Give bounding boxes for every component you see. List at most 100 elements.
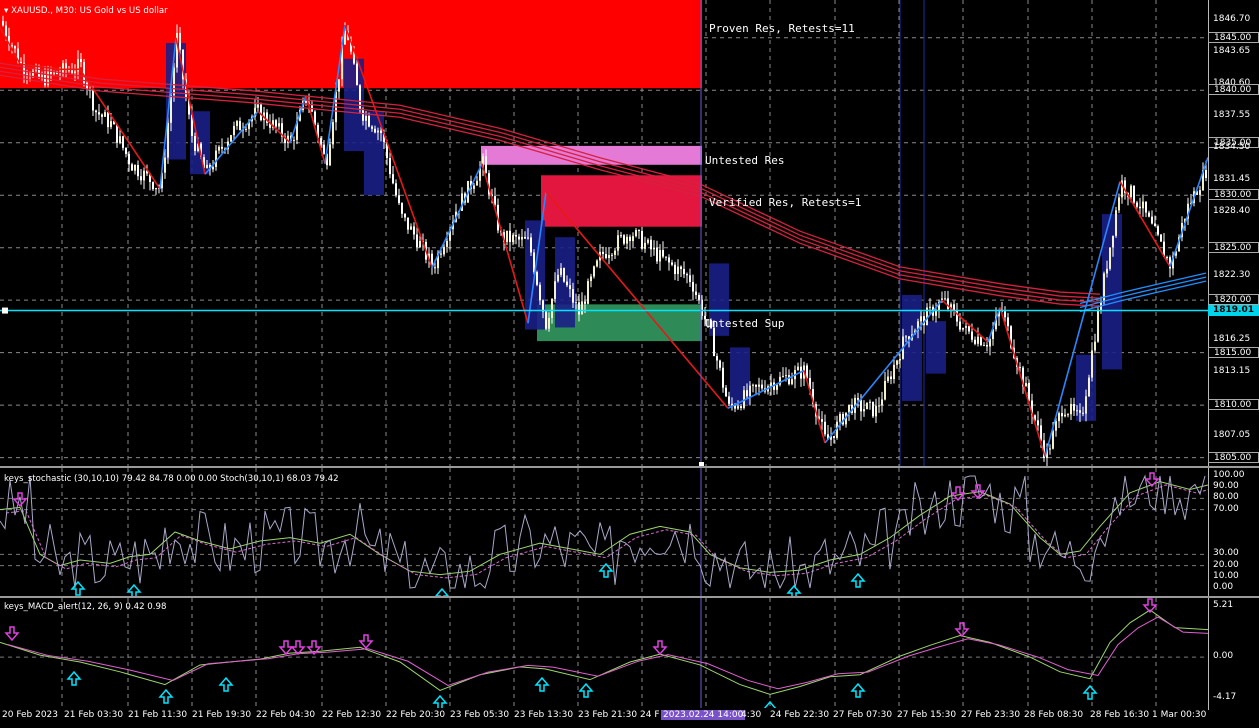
price-chart-canvas[interactable] (0, 0, 1208, 466)
candle-body (395, 183, 397, 196)
price-tick-label: 1807.05 (1213, 430, 1251, 441)
price-tick-label: 1813.15 (1213, 366, 1251, 377)
candle-body (1082, 412, 1084, 414)
price-tick-label: 1825.00 (1208, 241, 1259, 253)
candle-body (644, 242, 646, 249)
candle-body (125, 147, 127, 154)
price-tick-label: 1819.01 (1208, 304, 1259, 316)
candle-body (134, 165, 136, 171)
candle-body (1115, 210, 1117, 236)
candle-body (257, 104, 259, 108)
candle-body (857, 397, 859, 400)
candle-body (680, 266, 682, 269)
candle-body (560, 268, 562, 275)
verified-resistance-zone (541, 175, 702, 227)
zigzag-segment (803, 370, 826, 444)
candle-body (1073, 403, 1075, 411)
stochastic-buy-arrow-icon (70, 580, 86, 596)
time-tick-label: 21 Feb 19:30 (192, 710, 252, 720)
candle-body (686, 274, 688, 276)
candle-body (608, 255, 610, 258)
moving-average-line (1079, 276, 1207, 309)
price-tick-label: 1820.00 (1208, 294, 1259, 306)
candle-body (1085, 396, 1087, 414)
candle-body (68, 70, 70, 72)
candle-body (713, 327, 715, 357)
candle-body (170, 95, 172, 123)
zigzag-segment (1169, 157, 1208, 267)
macd-sell-arrow-icon (652, 640, 668, 656)
candle-body (569, 285, 571, 290)
moving-average-line (1079, 272, 1207, 305)
candle-body (5, 25, 7, 37)
chart-menu-icon[interactable]: ▾ (4, 6, 8, 16)
candle-body (869, 401, 871, 403)
candle-body (539, 284, 541, 301)
candle-body (215, 150, 217, 167)
candle-body (656, 247, 658, 262)
candle-body (473, 185, 475, 189)
candle-body (218, 146, 220, 151)
candle-body (590, 276, 592, 282)
stochastic-tick-label: 100.00 (1213, 470, 1245, 480)
time-tick-label: 22 Feb 12:30 (322, 710, 382, 720)
chart-title-text: XAUUSD., M30: US Gold vs US dollar (11, 6, 168, 16)
stochastic-signal-line (5, 484, 1208, 579)
candle-body (536, 272, 538, 285)
candle-body (179, 32, 181, 50)
candle-body (410, 226, 412, 230)
candle-body (92, 89, 94, 111)
stochastic-buy-arrow-icon (786, 584, 802, 596)
candle-body (515, 235, 517, 237)
macd-canvas (0, 598, 1208, 708)
candle-body (407, 217, 409, 230)
price-tick-label: 1805.00 (1208, 451, 1259, 463)
candle-body (2, 20, 4, 26)
candle-body (839, 413, 841, 422)
time-tick-label: 24 F (640, 710, 660, 720)
candle-body (11, 45, 13, 47)
candle-body (662, 250, 664, 257)
candle-body (896, 360, 898, 365)
candle-body (572, 289, 574, 303)
untested-res-label: Untested Res (705, 154, 785, 167)
stochastic-sell-arrow-icon (12, 492, 28, 508)
candle-body (557, 274, 559, 282)
candle-body (899, 358, 901, 361)
candle-body (1151, 216, 1153, 224)
candle-body (1145, 201, 1147, 213)
candle-body (848, 404, 850, 413)
candle-body (1106, 268, 1108, 274)
macd-pane[interactable]: keys_MACD_alert(12, 26, 9) 0.42 0.98 (0, 598, 1208, 708)
candle-body (782, 375, 784, 377)
stochastic-tick-label: 10.00 (1213, 570, 1239, 581)
time-tick-label: 4:30 (741, 710, 762, 720)
candle-body (221, 146, 223, 149)
time-tick-label: 22 Feb 20:30 (386, 710, 446, 720)
candle-body (578, 302, 580, 315)
candle-body (1199, 190, 1201, 195)
macd-main-line (0, 609, 1208, 695)
candle-body (866, 402, 868, 410)
price-tick-label: 1840.00 (1208, 84, 1259, 96)
candle-body (233, 125, 235, 136)
candle-body (509, 230, 511, 242)
candle-body (749, 385, 751, 397)
price-chart-pane[interactable]: ▾ XAUUSD., M30: US Gold vs US dollar Pro… (0, 0, 1208, 466)
candle-body (1025, 382, 1027, 387)
time-tick-label: 27 Feb 07:30 (833, 710, 893, 720)
candle-body (740, 406, 742, 408)
price-scale[interactable] (1208, 0, 1259, 466)
candle-body (1076, 410, 1078, 412)
stochastic-pane[interactable]: keys_stochastic (30,10,10) 79.42 84.78 0… (0, 468, 1208, 596)
candle-body (563, 268, 565, 282)
candle-body (548, 317, 550, 329)
candle-body (329, 144, 331, 166)
candle-body (107, 112, 109, 128)
candle-body (581, 301, 583, 315)
stochastic-tick-label: 30.00 (1213, 548, 1239, 559)
candle-body (44, 74, 46, 86)
highlight-bar (926, 321, 946, 374)
candle-body (1118, 197, 1120, 211)
macd-buy-arrow-icon (534, 676, 550, 692)
